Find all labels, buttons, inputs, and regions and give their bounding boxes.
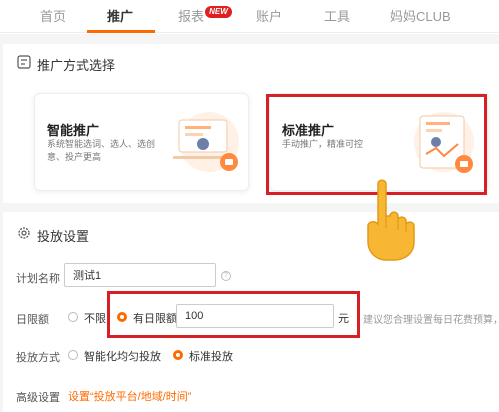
nav-reports[interactable]: 报表 [178,6,204,25]
smart-even-delivery-label: 智能化均匀投放 [84,351,161,363]
help-icon[interactable]: ? [221,271,231,281]
smart-promotion-title: 智能推广 [47,123,100,138]
budget-hint: 建议您合理设置每日花费预算，避免 [363,315,499,326]
daily-budget-label: 日限额 [16,314,49,326]
unlimited-radio-label: 不限 [84,313,106,325]
method-select-icon [17,55,31,69]
nav-tools[interactable]: 工具 [324,6,350,25]
pointing-hand-icon [367,179,415,261]
smart-even-delivery-radio[interactable] [68,350,78,360]
nav-home[interactable]: 首页 [40,6,66,25]
advanced-settings-link[interactable]: 设置“投放平台/地域/时间” [68,388,191,404]
settings-section-title: 投放设置 [37,229,90,244]
top-nav: 首页 推广 报表 NEW 账户 工具 妈妈CLUB [0,0,499,33]
smart-promotion-desc-line1: 系统智能选词、选人、选创 [47,139,156,149]
smart-promotion-desc-line2: 意、投产更高 [47,152,102,162]
active-tab-indicator [87,30,155,33]
unlimited-radio[interactable] [68,312,78,322]
nav-promotion[interactable]: 推广 [107,6,133,25]
nav-account[interactable]: 账户 [256,6,282,25]
advanced-settings-label: 高级设置 [16,392,60,404]
delivery-method-label: 投放方式 [16,352,60,364]
nav-mama-club[interactable]: 妈妈CLUB [390,6,451,25]
plan-name-input[interactable] [64,263,216,287]
smart-promotion-option[interactable]: 智能推广 系统智能选词、选人、选创 意、投产更高 [34,93,249,191]
new-badge: NEW [205,6,232,18]
daily-budget-highlight [107,291,360,338]
smart-promotion-illustration [173,112,239,172]
method-section-title: 推广方式选择 [37,58,116,73]
standard-delivery-label: 标准投放 [189,351,233,363]
standard-delivery-radio[interactable] [173,350,183,360]
settings-gear-icon [18,227,30,239]
plan-name-label: 计划名称 [16,273,60,285]
